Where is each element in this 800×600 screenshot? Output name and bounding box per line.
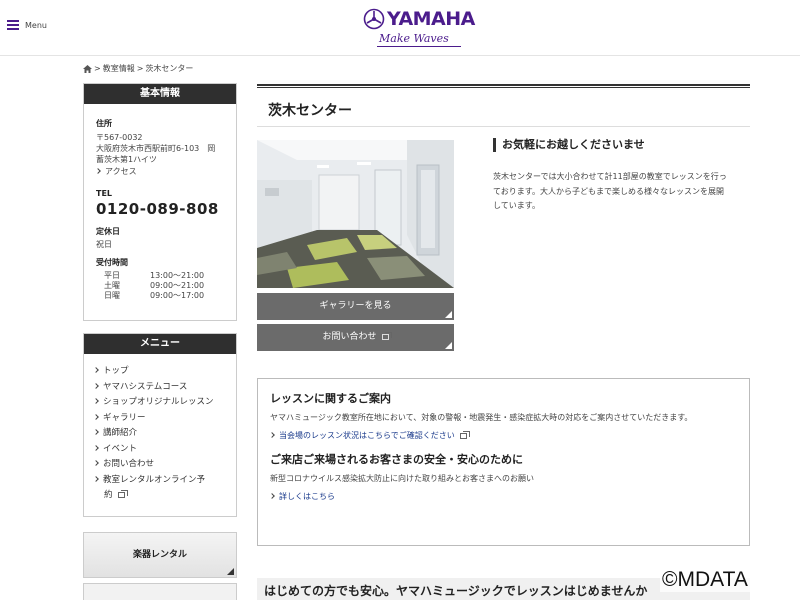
chevron-right-icon (269, 493, 275, 499)
phone-number[interactable]: 0120-089-808 (96, 200, 224, 218)
address-line-2: 蓄茨木第1ハイツ (96, 155, 157, 164)
hamburger-icon (7, 20, 19, 30)
holiday-label: 定休日 (96, 227, 120, 236)
menu-item-label: お問い合わせ (103, 459, 155, 469)
hours-day: 平日 (104, 271, 120, 280)
title-divider (257, 126, 750, 127)
postal-code: 〒567-0032 (96, 133, 143, 142)
chevron-right-icon (93, 398, 99, 404)
access-link-label: アクセス (105, 167, 137, 176)
basic-info-panel: 基本情報 住所 〒567-0032 大阪府茨木市西駅前町6-103 岡 蓄茨木第… (83, 83, 237, 321)
gallery-button[interactable]: ギャラリーを見る (257, 293, 454, 320)
safety-text: 新型コロナウイルス感染拡大防止に向けた取り組みとお客さまへのお願い (270, 474, 534, 483)
lesson-status-link-label: 当会場のレッスン状況はこちらでご確認ください (279, 431, 455, 440)
lesson-notice-box: レッスンに関するご案内 ヤマハミュージック教室所在地において、対象の警報・地震発… (257, 378, 750, 546)
breadcrumb-classroom-info[interactable]: 教室情報 (103, 63, 135, 74)
contact-button-label: お問い合わせ (322, 332, 377, 342)
lesson-status-link[interactable]: 当会場のレッスン状況はこちらでご確認ください (269, 430, 737, 441)
chevron-right-icon (93, 475, 99, 482)
site-header: Menu YAMAHA Make Waves (0, 0, 800, 56)
breadcrumb-current: 茨木センター (145, 64, 194, 73)
page-title: 茨木センター (268, 103, 352, 119)
details-link-label: 詳しくはこちら (279, 492, 335, 501)
hours-time: 09:00～17:00 (150, 291, 205, 300)
menu-item-label: 教室レンタルオンライン予 (103, 474, 206, 485)
tuning-fork-logo-icon (363, 8, 385, 30)
address-label: 住所 (96, 119, 112, 128)
sidebar-next-button[interactable] (83, 583, 237, 600)
external-link-icon (459, 431, 470, 439)
menu-item-original-lesson[interactable]: ショップオリジナルレッスン (93, 395, 226, 411)
safety-heading: ご来店ご来場されるお客さまの安全・安心のために (270, 453, 523, 466)
chevron-right-icon (93, 382, 99, 389)
address-line-1: 大阪府茨木市西駅前町6-103 岡 (96, 144, 216, 153)
menu-item-label: ギャラリー (103, 412, 146, 423)
contact-button[interactable]: お問い合わせ (257, 324, 454, 351)
hours-table: 平日 13:00～21:00 土曜 09:00～21:00 日曜 09:00～17:0… (96, 271, 224, 301)
holiday-value: 祝日 (96, 240, 112, 249)
chevron-right-icon (93, 413, 99, 420)
breadcrumb-separator: > (136, 64, 144, 73)
menu-item-label: 講師紹介 (103, 428, 138, 438)
logo-text: YAMAHA (387, 8, 475, 30)
copyright-watermark: ©MDATA (660, 568, 750, 592)
chevron-right-icon (95, 168, 101, 174)
chevron-right-icon (93, 460, 99, 466)
instrument-rental-button[interactable]: 楽器レンタル (83, 532, 237, 578)
menu-item-label-cont: 約 (104, 490, 113, 500)
chevron-right-icon (93, 367, 99, 373)
hours-label: 受付時間 (96, 258, 128, 267)
side-menu-list: トップ ヤマハシステムコース ショップオリジナルレッスン ギャラリー 講師紹介 … (84, 354, 236, 512)
menu-item-system-course[interactable]: ヤマハシステムコース (93, 380, 226, 396)
breadcrumb-separator: > (94, 64, 101, 73)
basic-info-heading: 基本情報 (84, 84, 236, 104)
details-link[interactable]: 詳しくはこちら (269, 491, 737, 502)
logo-tagline: Make Waves (379, 32, 449, 45)
tel-label: TEL (96, 189, 113, 198)
menu-button[interactable]: Menu (7, 20, 47, 30)
menu-item-label: イベント (103, 443, 138, 454)
side-menu-heading: メニュー (84, 334, 236, 354)
menu-item-top[interactable]: トップ (93, 364, 226, 380)
title-double-rule (257, 84, 750, 88)
menu-item-teachers[interactable]: 講師紹介 (93, 426, 226, 442)
chevron-right-icon (93, 429, 99, 435)
menu-item-gallery[interactable]: ギャラリー (93, 411, 226, 427)
home-icon[interactable] (83, 64, 92, 73)
menu-label: Menu (25, 20, 47, 30)
notice-text: ヤマハミュージック教室所在地において、対象の警報・地震発生・感染症拡大時の対応を… (270, 413, 693, 422)
hours-day: 日曜 (104, 291, 120, 300)
breadcrumb: > 教室情報 > 茨木センター (83, 63, 193, 74)
notice-heading: レッスンに関するご案内 (270, 392, 391, 405)
menu-item-events[interactable]: イベント (93, 442, 226, 458)
menu-item-contact[interactable]: お問い合わせ (93, 457, 226, 473)
chevron-right-icon (93, 444, 99, 451)
side-menu-panel: メニュー トップ ヤマハシステムコース ショップオリジナルレッスン ギャラリー … (83, 333, 237, 517)
yamaha-logo[interactable]: YAMAHA Make Waves (363, 6, 475, 50)
hours-time: 09:00～21:00 (150, 281, 205, 290)
menu-item-room-rental[interactable]: 教室レンタルオンライン予約 (93, 473, 226, 504)
chevron-right-icon (269, 432, 275, 438)
logo-underline (377, 46, 461, 47)
external-link-icon (117, 490, 128, 498)
hours-day: 土曜 (104, 281, 120, 290)
menu-item-label: ショップオリジナルレッスン (103, 397, 214, 407)
access-link[interactable]: アクセス (95, 166, 224, 177)
intro-text: 茨木センターでは大小合わせて計11部屋の教室でレッスンを行っております。大人から… (493, 172, 727, 210)
hours-time: 13:00～21:00 (150, 271, 205, 280)
menu-item-label: トップ (103, 366, 129, 376)
intro-heading: お気軽にお越しくださいませ (493, 138, 750, 152)
menu-item-label: ヤマハシステムコース (103, 381, 188, 392)
classroom-photo (257, 140, 454, 288)
external-link-icon (381, 332, 392, 340)
